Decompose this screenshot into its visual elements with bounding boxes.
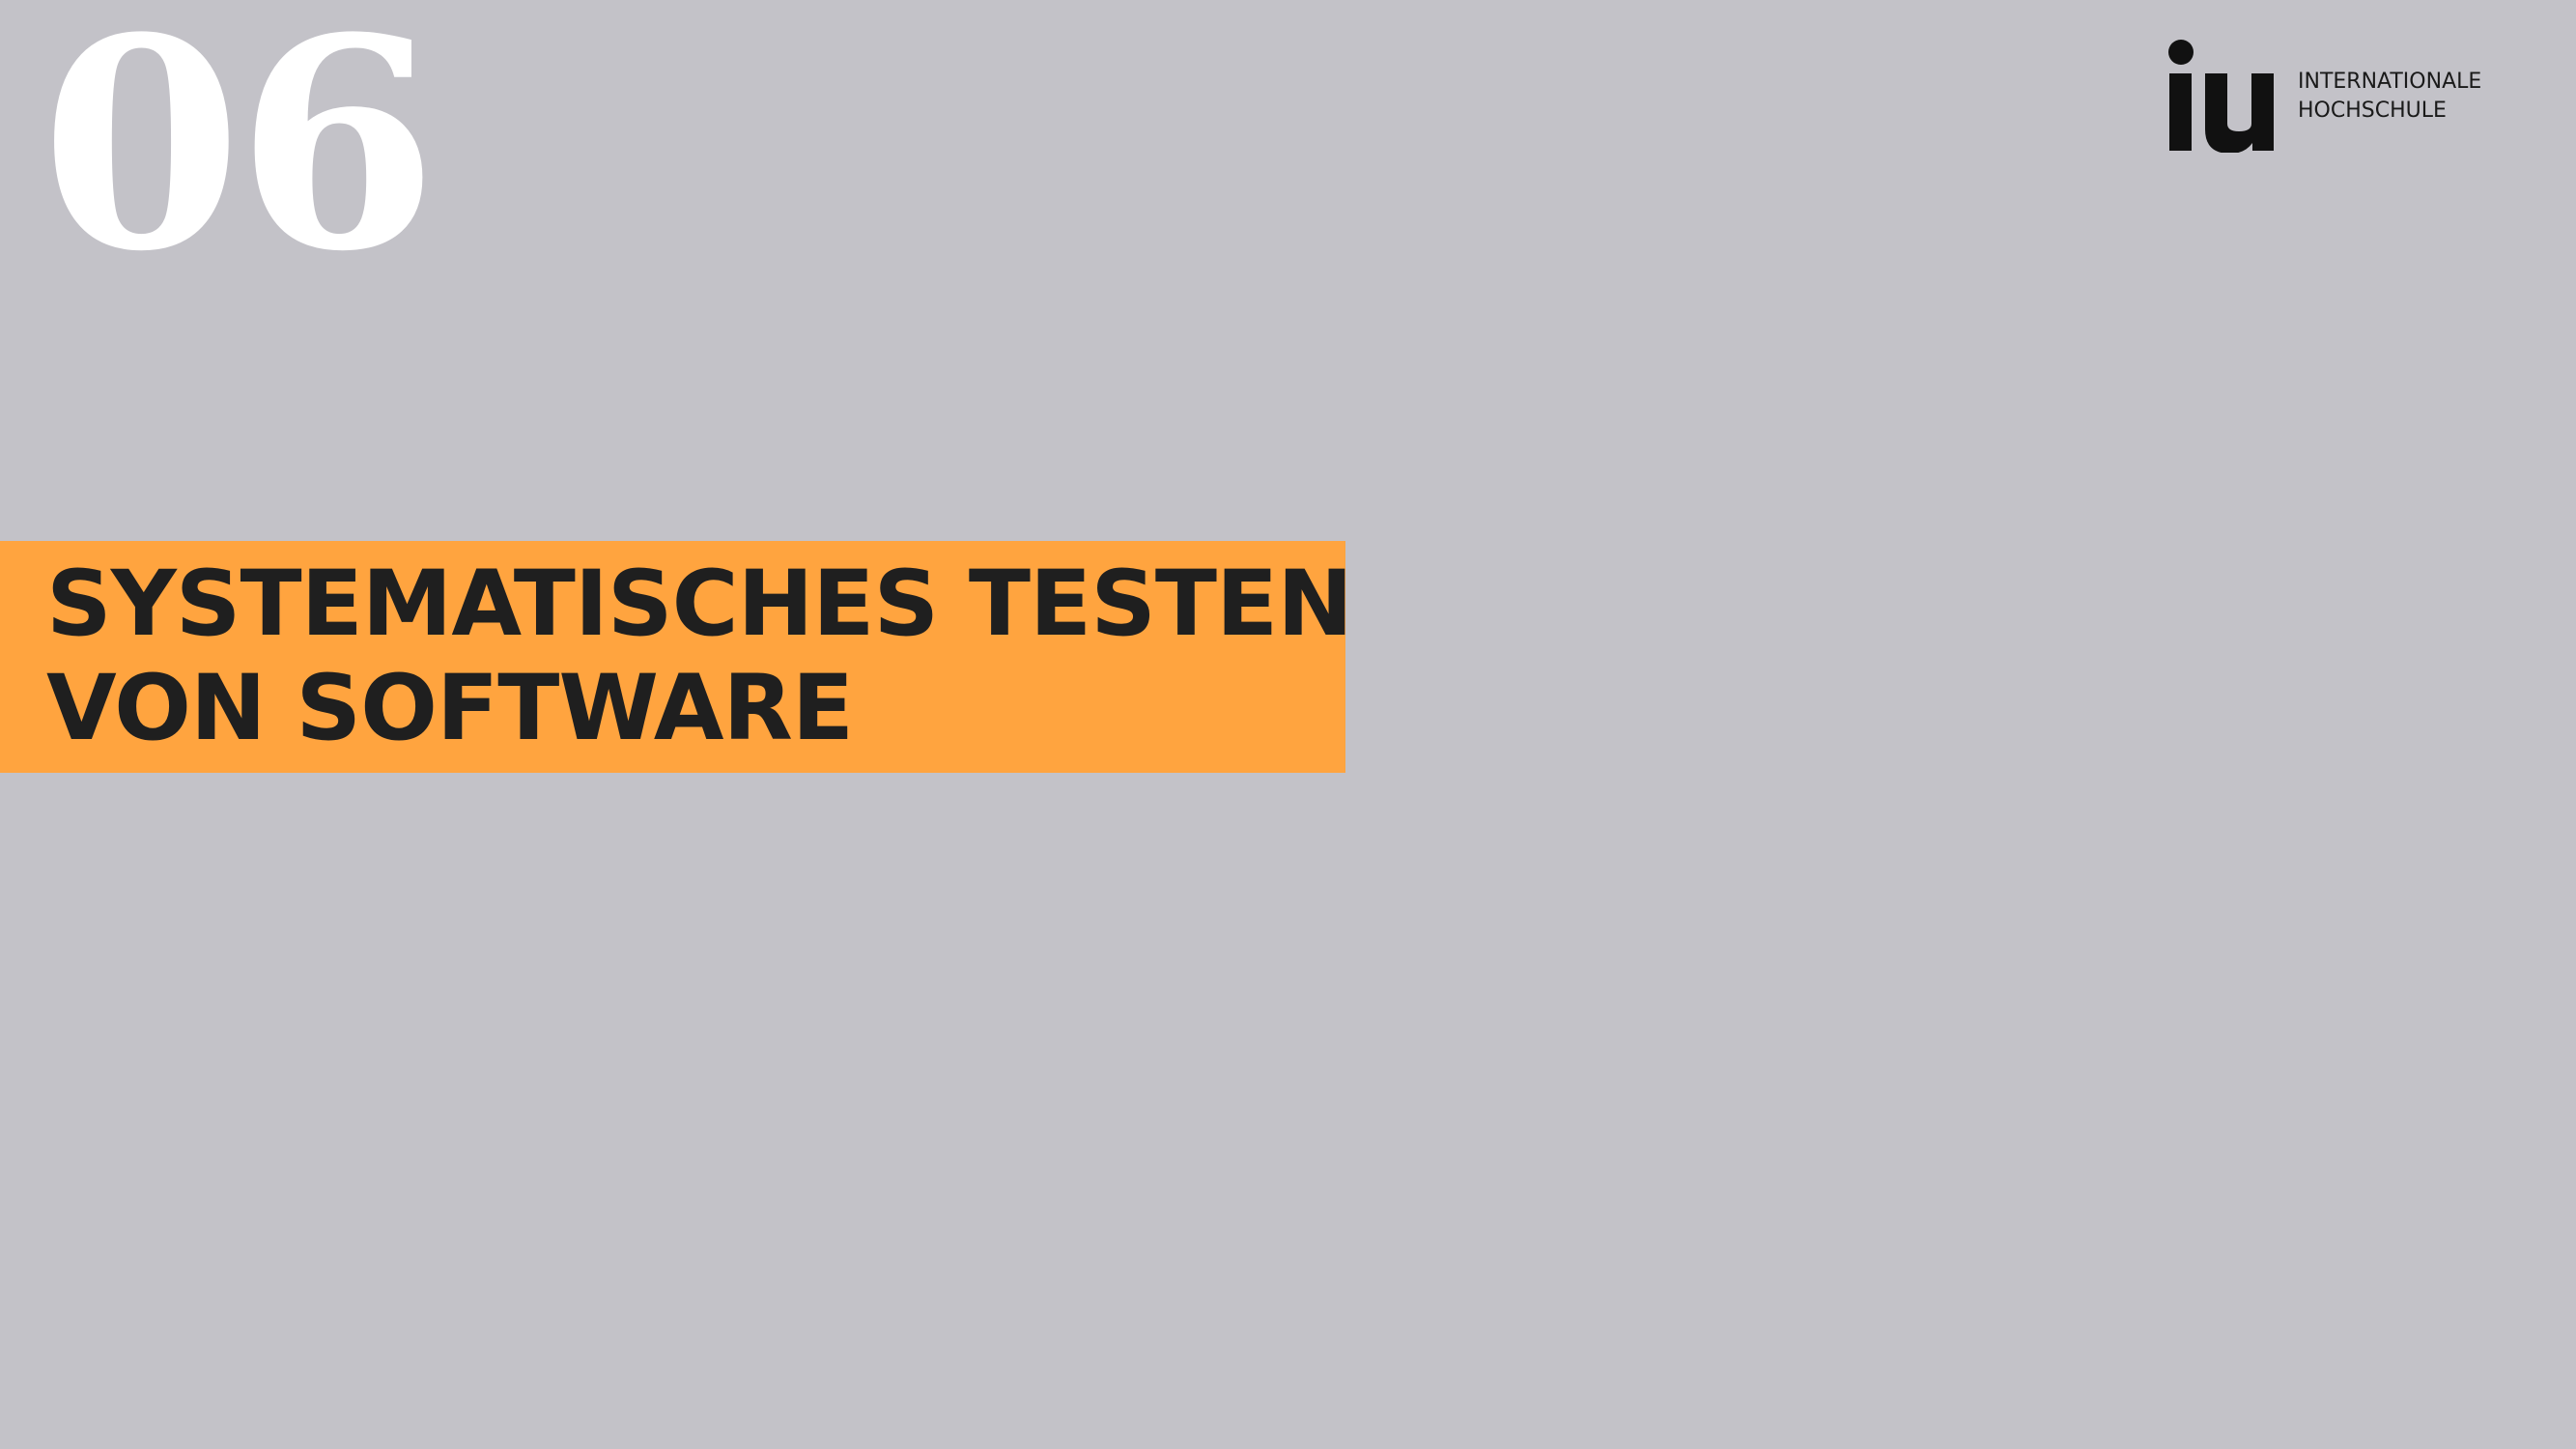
slide-title-line-1: SYSTEMATISCHES TESTEN [46, 552, 1353, 657]
title-band: SYSTEMATISCHES TESTEN VON SOFTWARE [0, 541, 1353, 773]
iu-logo-icon [2168, 40, 2274, 153]
logo-wordmark: INTERNATIONALE HOCHSCHULE [2298, 68, 2481, 126]
chapter-number: 06 [41, 0, 438, 315]
slide-title-line-2: VON SOFTWARE [46, 656, 854, 761]
slide-title: SYSTEMATISCHES TESTEN VON SOFTWARE [46, 552, 1353, 761]
logo-line-internationale: INTERNATIONALE [2298, 70, 2482, 94]
university-logo: INTERNATIONALE HOCHSCHULE [2168, 37, 2497, 153]
logo-line-hochschule: HOCHSCHULE [2298, 99, 2447, 123]
